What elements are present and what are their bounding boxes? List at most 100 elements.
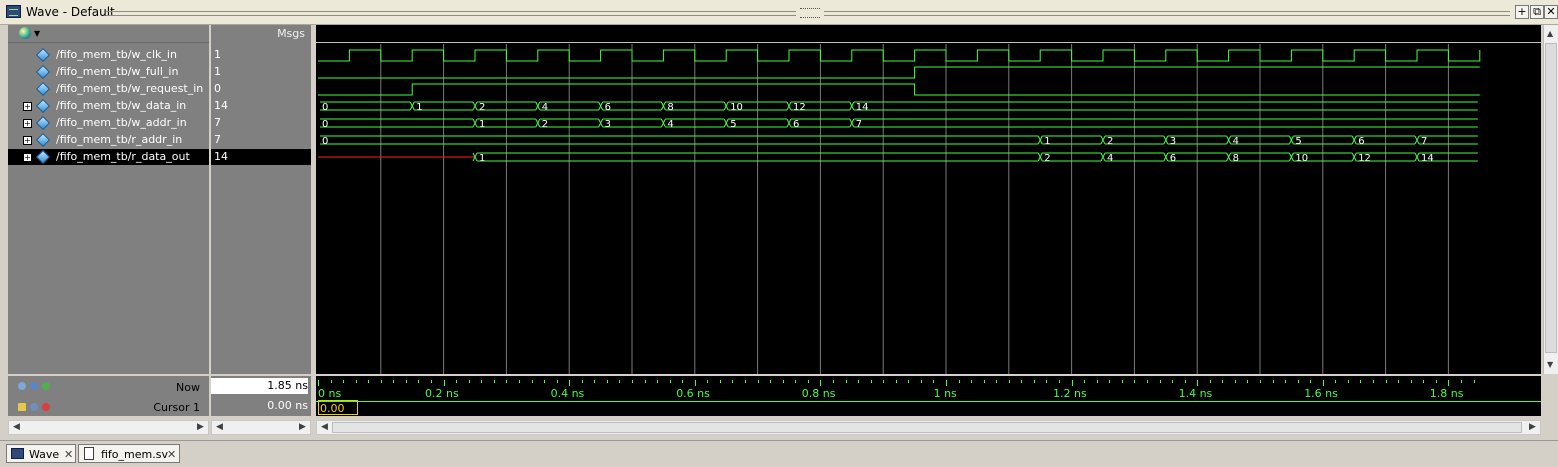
scroll-up-icon[interactable]: ▲ bbox=[1547, 29, 1553, 38]
wave-w-clk-in bbox=[318, 49, 1481, 62]
ruler-tick bbox=[1008, 380, 1010, 383]
dock-handle[interactable] bbox=[800, 8, 820, 18]
signal-row-w-clk-in[interactable]: /fifo_mem_tb/w_clk_in bbox=[8, 47, 209, 63]
names-hscrollbar[interactable]: ◀ ▶ bbox=[8, 420, 209, 435]
ruler-tick bbox=[1385, 380, 1387, 383]
ruler-tick bbox=[1460, 380, 1462, 383]
ruler-tick bbox=[456, 380, 458, 383]
wave-w-data-in-value-label: 12 bbox=[793, 102, 806, 113]
values-hscrollbar[interactable]: ◀ ▶ bbox=[211, 420, 311, 435]
close-window-button[interactable]: ✕ bbox=[1544, 5, 1558, 19]
ruler-tick bbox=[1184, 380, 1186, 383]
ruler-label: 1.4 ns bbox=[1178, 387, 1213, 400]
signal-row-w-addr-in[interactable]: + /fifo_mem_tb/w_addr_in bbox=[8, 115, 209, 131]
ruler-tick bbox=[657, 380, 659, 383]
scroll-right-icon[interactable]: ▶ bbox=[195, 422, 206, 433]
ruler-tick bbox=[368, 380, 370, 383]
ruler-tick bbox=[1260, 380, 1261, 383]
signal-row-w-data-in[interactable]: + /fifo_mem_tb/w_data_in bbox=[8, 98, 209, 114]
wave-r-addr-in-value-label: 7 bbox=[1421, 136, 1427, 147]
signal-values-pane: Msgs 1 1 0 14 7 7 14 bbox=[211, 25, 311, 374]
signal-row-w-request-in[interactable]: /fifo_mem_tb/w_request_in bbox=[8, 81, 209, 97]
add-pane-button[interactable]: + bbox=[1515, 5, 1529, 19]
delete-icon[interactable] bbox=[42, 403, 50, 411]
ruler-label: 1.8 ns bbox=[1429, 387, 1464, 400]
ruler-tick bbox=[669, 380, 671, 383]
ruler-tick bbox=[1046, 380, 1048, 383]
wave-r-addr-in-value-label: 0 bbox=[322, 136, 328, 147]
ruler-tick bbox=[606, 380, 608, 383]
expand-plus-icon[interactable]: + bbox=[23, 136, 32, 145]
scroll-left-icon[interactable]: ◀ bbox=[214, 422, 225, 433]
ruler-tick bbox=[832, 380, 834, 383]
tab-fifo-mem-sv[interactable]: fifo_mem.sv ✕ bbox=[78, 444, 180, 463]
ruler-tick bbox=[1448, 380, 1450, 386]
add-icon[interactable] bbox=[42, 382, 50, 390]
vertical-scroll-thumb[interactable] bbox=[1545, 43, 1557, 353]
ruler-tick bbox=[1096, 380, 1098, 383]
undock-button[interactable]: ⧉ bbox=[1530, 5, 1544, 19]
cursor-values-pane: 1.85 ns 0.00 ns bbox=[211, 376, 311, 416]
waveform-pane[interactable]: 0 1 2 4 6 8 10 12 14 0 1 2 3 4 5 6 7 0 1 2 3 4 5 6 7 1 2 4 6 8 10 12 14 bbox=[316, 25, 1541, 374]
ruler-tick bbox=[1197, 380, 1199, 386]
close-tab-icon[interactable]: ✕ bbox=[64, 448, 73, 461]
signal-row-w-full-in[interactable]: /fifo_mem_tb/w_full_in bbox=[8, 64, 209, 80]
lock-icon[interactable] bbox=[18, 403, 26, 411]
signal-value: 14 bbox=[214, 99, 228, 112]
ruler-label: 1.2 ns bbox=[1053, 387, 1087, 400]
expand-plus-icon[interactable]: + bbox=[23, 102, 32, 111]
ruler-tick bbox=[908, 380, 910, 383]
scroll-left-icon[interactable]: ◀ bbox=[319, 422, 330, 433]
scroll-left-icon[interactable]: ◀ bbox=[11, 422, 22, 433]
ruler-tick bbox=[858, 380, 860, 383]
ruler-tick bbox=[318, 380, 319, 386]
wave-hscrollbar[interactable]: ◀ ▶ bbox=[316, 420, 1541, 435]
cursor-time-box[interactable]: 0.00 ns bbox=[318, 400, 358, 430]
wave-w-addr-in-value-label: 6 bbox=[793, 119, 799, 130]
scroll-down-icon[interactable]: ▼ bbox=[1547, 360, 1553, 369]
expand-plus-icon[interactable]: + bbox=[23, 119, 32, 128]
signal-row-r-data-out[interactable]: + /fifo_mem_tb/r_data_out bbox=[8, 149, 209, 165]
wave-r-addr-in-value-label: 2 bbox=[1107, 136, 1113, 147]
scroll-right-icon[interactable]: ▶ bbox=[297, 422, 308, 433]
close-tab-icon[interactable]: ✕ bbox=[167, 448, 176, 461]
time-ruler[interactable]: 0 ns 0.2 ns 0.4 ns 0.6 ns 0.8 ns 1 ns 1.2 ns 1.… bbox=[316, 376, 1541, 430]
expand-plus-icon[interactable]: + bbox=[23, 153, 32, 162]
cursor-line bbox=[316, 401, 1541, 402]
values-header: Msgs bbox=[211, 25, 311, 42]
waveform-canvas[interactable]: 0 1 2 4 6 8 10 12 140 1 2 3 4 5 6 70 1 2 3 4 5 6 71 2 4 6 8 10 12 14 bbox=[316, 25, 1541, 374]
ruler-tick bbox=[1322, 380, 1324, 386]
horizontal-scroll-thumb[interactable] bbox=[332, 422, 1522, 433]
wave-r-data-out-value-label: 6 bbox=[1170, 153, 1176, 164]
ruler-tick bbox=[569, 380, 571, 386]
vertical-scrollbar[interactable]: ▲ ▼ bbox=[1543, 25, 1558, 374]
title-grip-right[interactable] bbox=[824, 11, 1510, 16]
wave-w-addr-in-value-label: 2 bbox=[542, 119, 548, 130]
scroll-right-icon[interactable]: ▶ bbox=[1527, 422, 1538, 433]
now-value: 1.85 ns bbox=[211, 378, 308, 394]
ruler-tick bbox=[719, 380, 721, 383]
signal-name: /fifo_mem_tb/w_addr_in bbox=[56, 116, 187, 129]
signal-row-r-addr-in[interactable]: + /fifo_mem_tb/r_addr_in bbox=[8, 132, 209, 148]
ruler-ticks: 0 ns 0.2 ns 0.4 ns 0.6 ns 0.8 ns 1 ns 1.2 ns 1.… bbox=[316, 376, 1541, 400]
ruler-label: 0.2 ns bbox=[425, 387, 459, 400]
wave-tools-icon[interactable] bbox=[19, 27, 31, 39]
add-cursor-icon[interactable] bbox=[18, 382, 26, 390]
ruler-tick bbox=[820, 380, 822, 386]
cursor-tool-icon[interactable] bbox=[30, 382, 38, 390]
ruler-tick bbox=[1033, 380, 1035, 383]
signal-diamond-icon bbox=[35, 64, 51, 80]
ruler-tick bbox=[958, 380, 960, 383]
chevron-down-icon[interactable]: ▼ bbox=[34, 29, 40, 38]
wave-r-addr-in-value-label: 6 bbox=[1358, 136, 1364, 147]
edit-cursor-icon[interactable] bbox=[30, 403, 38, 411]
wave-r-data-out-value-label: 8 bbox=[1233, 153, 1239, 164]
ruler-tick bbox=[556, 380, 558, 383]
title-grip[interactable] bbox=[106, 11, 796, 16]
tab-wave[interactable]: Wave ✕ bbox=[6, 444, 76, 463]
ruler-tick bbox=[895, 380, 897, 383]
ruler-tick bbox=[807, 380, 809, 383]
wave-w-addr-in-value-label: 3 bbox=[605, 119, 611, 130]
names-header: ▼ bbox=[8, 25, 209, 43]
ruler-tick bbox=[1234, 380, 1236, 383]
